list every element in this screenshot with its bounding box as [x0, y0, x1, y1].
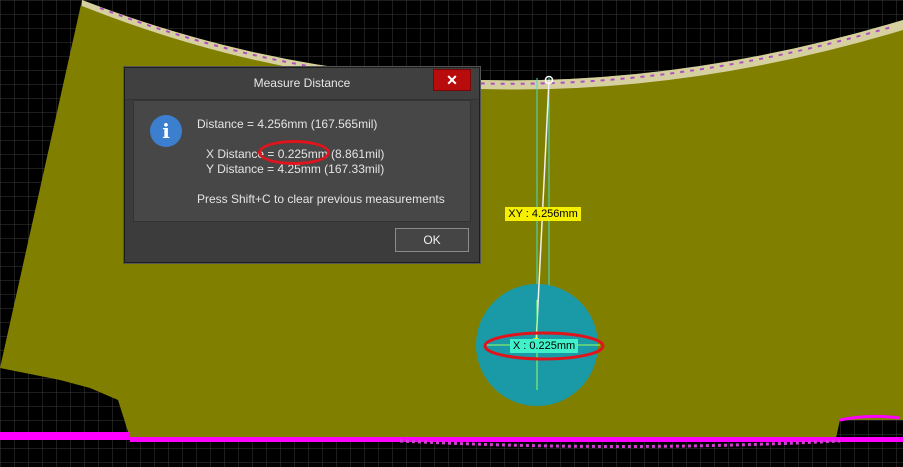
- distance-text: Distance = 4.256mm (167.565mil): [197, 117, 378, 131]
- dialog-title: Measure Distance: [253, 76, 351, 90]
- close-icon: ✕: [446, 72, 458, 88]
- close-button[interactable]: ✕: [433, 69, 471, 91]
- measure-distance-dialog: Measure Distance ✕ i Distance = 4.256mm …: [124, 67, 480, 263]
- x-distance-label: X : 0.225mm: [510, 339, 578, 353]
- bottom-magenta-track: [0, 432, 130, 440]
- ok-button[interactable]: OK: [395, 228, 469, 252]
- xy-distance-label: XY : 4.256mm: [505, 207, 581, 221]
- hint-text: Press Shift+C to clear previous measurem…: [197, 192, 445, 206]
- bottom-magenta-track-main: [130, 437, 903, 442]
- dialog-titlebar[interactable]: Measure Distance ✕: [125, 68, 479, 100]
- annotation-ellipse-dialog: [258, 140, 330, 165]
- info-icon: i: [150, 115, 182, 147]
